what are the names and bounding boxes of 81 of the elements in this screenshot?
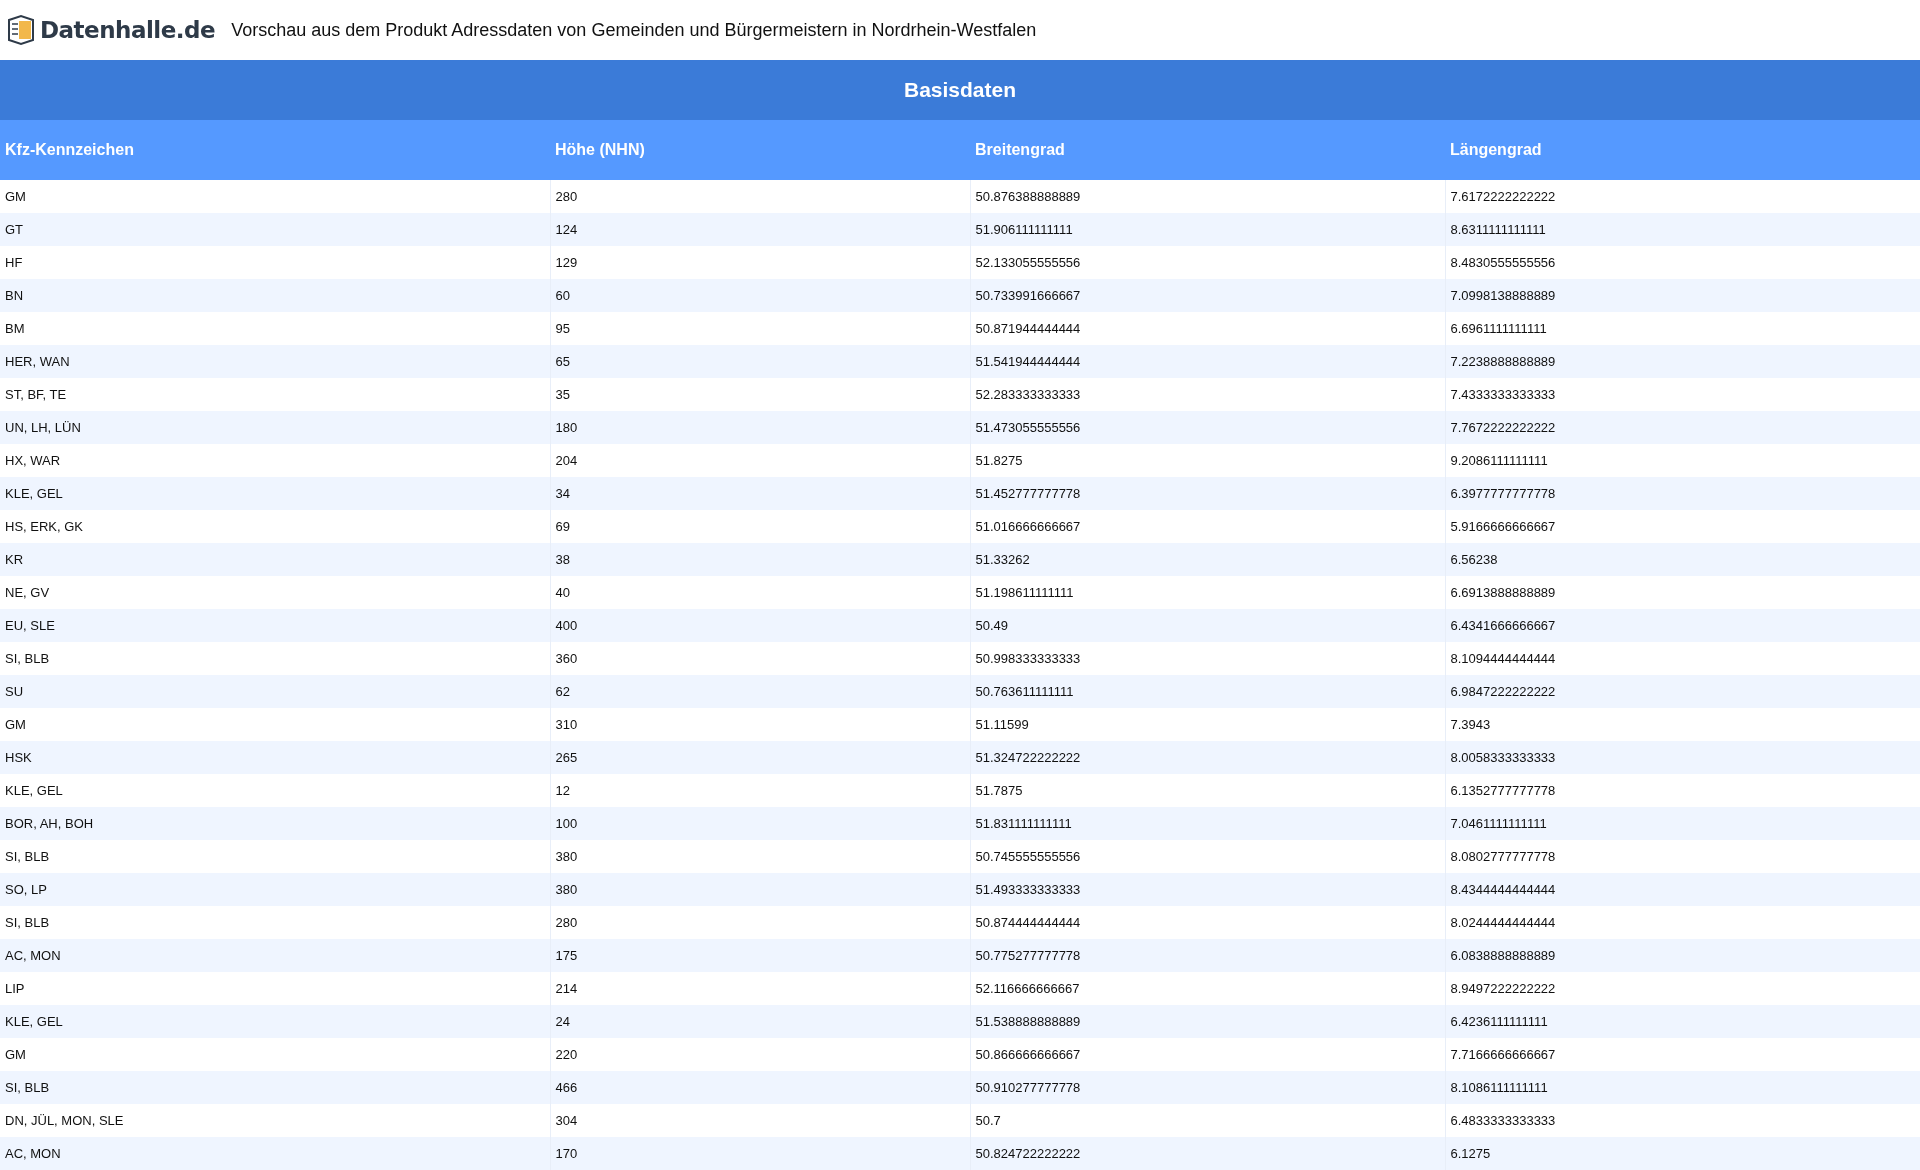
table-cell: 6.4341666666667: [1445, 609, 1920, 642]
table-cell: KR: [0, 543, 550, 576]
table-cell: 175: [550, 939, 970, 972]
table-cell: 6.9847222222222: [1445, 675, 1920, 708]
table-cell: 466: [550, 1071, 970, 1104]
table-cell: 8.1086111111111: [1445, 1071, 1920, 1104]
table-cell: 265: [550, 741, 970, 774]
table-cell: GM: [0, 1038, 550, 1071]
table-cell: 51.452777777778: [970, 477, 1445, 510]
table-cell: 380: [550, 873, 970, 906]
table-cell: SI, BLB: [0, 1071, 550, 1104]
table-cell: 51.538888888889: [970, 1005, 1445, 1038]
table-cell: 6.4236111111111: [1445, 1005, 1920, 1038]
table-caption: Basisdaten: [0, 60, 1920, 120]
table-cell: NE, GV: [0, 576, 550, 609]
table-cell: HS, ERK, GK: [0, 510, 550, 543]
table-cell: HER, WAN: [0, 345, 550, 378]
table-cell: 60: [550, 279, 970, 312]
table-cell: LIP: [0, 972, 550, 1005]
table-cell: 180: [550, 411, 970, 444]
table-cell: 8.0058333333333: [1445, 741, 1920, 774]
table-cell: 51.541944444444: [970, 345, 1445, 378]
table-cell: GM: [0, 180, 550, 213]
table-cell: KLE, GEL: [0, 774, 550, 807]
table-cell: 6.0838888888889: [1445, 939, 1920, 972]
table-cell: 50.775277777778: [970, 939, 1445, 972]
table-cell: AC, MON: [0, 939, 550, 972]
table-cell: ST, BF, TE: [0, 378, 550, 411]
table-cell: SO, LP: [0, 873, 550, 906]
table-cell: 170: [550, 1137, 970, 1170]
table-cell: AC, MON: [0, 1137, 550, 1170]
table-cell: 51.493333333333: [970, 873, 1445, 906]
table-cell: 50.824722222222: [970, 1137, 1445, 1170]
table-cell: HSK: [0, 741, 550, 774]
table-cell: SI, BLB: [0, 642, 550, 675]
table-cell: 7.7672222222222: [1445, 411, 1920, 444]
table-cell: 124: [550, 213, 970, 246]
table-cell: 51.324722222222: [970, 741, 1445, 774]
table-cell: 50.910277777778: [970, 1071, 1445, 1104]
table-cell: 34: [550, 477, 970, 510]
table-cell: 51.33262: [970, 543, 1445, 576]
table-cell: 38: [550, 543, 970, 576]
table-cell: 50.733991666667: [970, 279, 1445, 312]
table-cell: UN, LH, LÜN: [0, 411, 550, 444]
table-cell: 50.49: [970, 609, 1445, 642]
table-cell: 8.6311111111111: [1445, 213, 1920, 246]
table-cell: 51.831111111111: [970, 807, 1445, 840]
table-cell: KLE, GEL: [0, 1005, 550, 1038]
table-cell: 24: [550, 1005, 970, 1038]
column-header: Höhe (NHN): [550, 120, 970, 180]
table-cell: BOR, AH, BOH: [0, 807, 550, 840]
table-cell: DN, JÜL, MON, SLE: [0, 1104, 550, 1137]
table-cell: 6.56238: [1445, 543, 1920, 576]
table-cell: 6.1275: [1445, 1137, 1920, 1170]
table-cell: GM: [0, 708, 550, 741]
table-cell: KLE, GEL: [0, 477, 550, 510]
table-cell: SI, BLB: [0, 906, 550, 939]
page-title: Vorschau aus dem Produkt Adressdaten von Gemeinden und Bürgermeistern in Nordrhein-Westfalen: [231, 19, 1037, 41]
table-cell: EU, SLE: [0, 609, 550, 642]
table-cell: 51.473055555556: [970, 411, 1445, 444]
table-cell: 50.763611111111: [970, 675, 1445, 708]
column-header: Längengrad: [1445, 120, 1920, 180]
server-logo-icon: [6, 14, 36, 46]
table-cell: 400: [550, 609, 970, 642]
table-cell: SU: [0, 675, 550, 708]
table-cell: 65: [550, 345, 970, 378]
table-cell: 100: [550, 807, 970, 840]
column-header: Breitengrad: [970, 120, 1445, 180]
table-cell: 62: [550, 675, 970, 708]
table-cell: 8.4344444444444: [1445, 873, 1920, 906]
table-cell: 7.0461111111111: [1445, 807, 1920, 840]
table-cell: 7.2238888888889: [1445, 345, 1920, 378]
table-cell: HF: [0, 246, 550, 279]
table-cell: 7.0998138888889: [1445, 279, 1920, 312]
table-cell: SI, BLB: [0, 840, 550, 873]
table-cell: HX, WAR: [0, 444, 550, 477]
table-cell: 6.3977777777778: [1445, 477, 1920, 510]
table-cell: 51.906111111111: [970, 213, 1445, 246]
table-cell: BM: [0, 312, 550, 345]
logo-text[interactable]: Datenhalle.de: [40, 17, 216, 43]
column-header: Kfz-Kennzeichen: [0, 120, 550, 180]
